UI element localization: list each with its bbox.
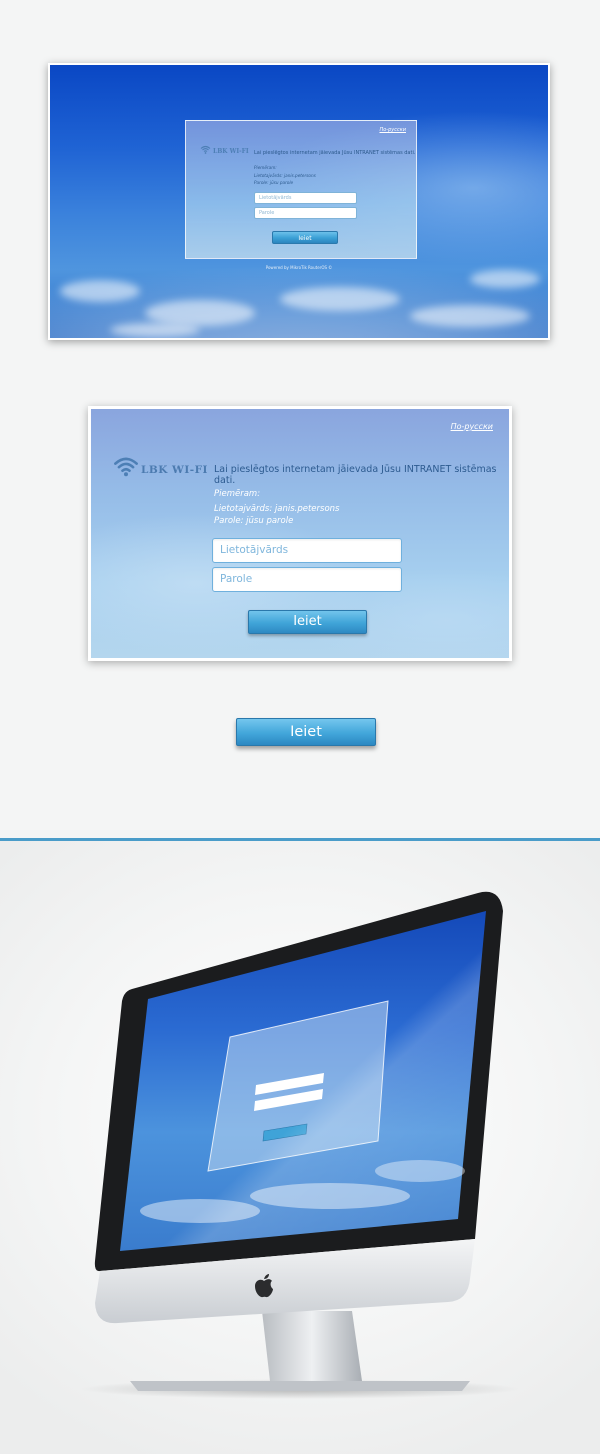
screen-glare (120, 911, 486, 1251)
login-button[interactable]: Ieiet (272, 231, 338, 244)
example-title: Piemēram: (214, 489, 261, 499)
monitor-stand (262, 1311, 362, 1381)
example-password: Parole: jūsu parole (254, 180, 294, 185)
brand-logo: LBK WI-FI (141, 464, 208, 476)
russian-link[interactable]: По-русски (379, 127, 406, 133)
brand-logo: LBK WI-FI (213, 148, 249, 155)
login-panel: По-русски LBK WI-FI Lai pieslēgtos inter… (185, 120, 417, 259)
login-button-large[interactable]: Ieiet (236, 718, 376, 746)
password-input[interactable]: Parole (212, 567, 402, 592)
cloud (60, 280, 140, 302)
powered-by-text: Powered by MikroTik RouterOS © (265, 265, 333, 270)
login-button[interactable]: Ieiet (248, 610, 367, 634)
monitor-mockup (80, 891, 520, 1399)
login-panel-zoomed: По-русски LBK WI-FI Lai pieslēgtos inter… (88, 406, 512, 661)
example-username: Lietotajvārds: janis.petersons (254, 173, 316, 178)
example-username: Lietotajvārds: janis.petersons (214, 504, 340, 514)
cloud (470, 270, 540, 288)
username-input[interactable]: Lietotājvārds (254, 192, 357, 204)
wifi-icon (114, 457, 138, 477)
wifi-icon (200, 145, 211, 154)
monitor-foot (130, 1381, 470, 1391)
cloud (280, 287, 400, 311)
russian-link[interactable]: По-русски (451, 422, 493, 431)
cloud (110, 323, 200, 337)
intro-text: Lai pieslēgtos internetam jāievada Jūsu … (214, 464, 497, 486)
intro-text: Lai pieslēgtos internetam jāievada Jūsu … (254, 150, 416, 156)
login-screenshot-full: По-русски LBK WI-FI Lai pieslēgtos inter… (48, 63, 550, 340)
example-password: Parole: jūsu parole (214, 516, 294, 526)
cloud (410, 305, 530, 327)
username-input[interactable]: Lietotājvārds (212, 538, 402, 563)
example-title: Piemēram: (254, 165, 277, 170)
password-input[interactable]: Parole (254, 207, 357, 219)
